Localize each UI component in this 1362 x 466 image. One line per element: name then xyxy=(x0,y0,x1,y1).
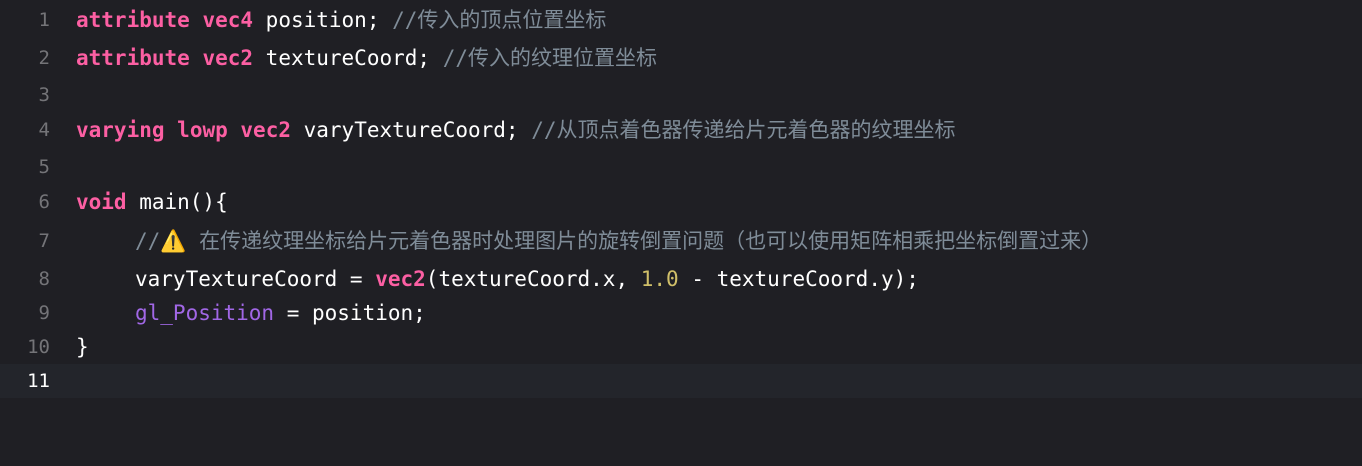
code-line-1[interactable]: 1 attribute vec4 position; //传入的顶点位置坐标 xyxy=(0,3,1362,37)
identifier-token: varyTextureCoord = xyxy=(135,267,376,291)
code-line-10[interactable]: 10 } xyxy=(0,330,1362,364)
comment-token: //传入的顶点位置坐标 xyxy=(392,8,607,32)
brace-token: } xyxy=(76,335,89,359)
identifier-token: = position; xyxy=(274,301,426,325)
builtin-token: gl_Position xyxy=(135,301,275,325)
line-number: 7 xyxy=(38,230,50,252)
code-content[interactable]: varyTextureCoord = vec2(textureCoord.x, … xyxy=(76,262,919,296)
code-line-6[interactable]: 6 void main(){ xyxy=(0,185,1362,219)
code-content[interactable]: attribute vec2 textureCoord; //传入的纹理位置坐标 xyxy=(76,41,657,75)
line-number: 11 xyxy=(27,370,50,392)
identifier-token: varyTextureCoord; xyxy=(290,118,532,142)
keyword-token: vec2 xyxy=(202,46,254,70)
code-content[interactable]: } xyxy=(76,330,89,364)
line-number: 3 xyxy=(38,84,50,106)
line-number: 9 xyxy=(38,302,50,324)
code-line-4[interactable]: 4 varying lowp vec2 varyTextureCoord; //… xyxy=(0,113,1362,147)
code-line-2[interactable]: 2 attribute vec2 textureCoord; //传入的纹理位置… xyxy=(0,41,1362,75)
line-number: 4 xyxy=(38,119,50,141)
code-editor[interactable]: 1 attribute vec4 position; //传入的顶点位置坐标 2… xyxy=(0,0,1362,420)
keyword-token: vec2 xyxy=(375,267,426,291)
code-line-5[interactable]: 5 xyxy=(0,150,1362,184)
line-number: 2 xyxy=(38,47,50,69)
keyword-token: attribute xyxy=(76,46,190,70)
line-number: 6 xyxy=(38,191,50,213)
line-number: 10 xyxy=(27,336,50,358)
code-line-9[interactable]: 9 gl_Position = position; xyxy=(0,296,1362,330)
comment-token: //从顶点着色器传递给片元着色器的纹理坐标 xyxy=(531,118,956,142)
keyword-token: void xyxy=(76,190,127,214)
code-content[interactable]: void main(){ xyxy=(76,185,228,219)
line-number: 5 xyxy=(38,156,50,178)
code-line-11-current[interactable]: 11 xyxy=(0,364,1362,398)
identifier-token: textureCoord; xyxy=(253,46,443,70)
code-content[interactable]: //⚠️ 在传递纹理坐标给片元着色器时处理图片的旋转倒置问题（也可以使用矩阵相乘… xyxy=(76,224,1102,258)
code-content[interactable]: attribute vec4 position; //传入的顶点位置坐标 xyxy=(76,3,606,37)
code-line-8[interactable]: 8 varyTextureCoord = vec2(textureCoord.x… xyxy=(0,262,1362,296)
identifier-token: position; xyxy=(253,8,393,32)
keyword-token: lowp xyxy=(177,118,228,142)
line-number: 1 xyxy=(38,9,50,31)
identifier-token: main(){ xyxy=(126,190,228,214)
identifier-token: - textureCoord.y); xyxy=(678,267,919,291)
warning-icon: ⚠️ xyxy=(160,229,187,253)
keyword-token: vec2 xyxy=(240,118,291,142)
comment-token: //传入的纹理位置坐标 xyxy=(442,46,657,70)
comment-token: 在传递纹理坐标给片元着色器时处理图片的旋转倒置问题（也可以使用矩阵相乘把坐标倒置… xyxy=(186,229,1103,253)
number-token: 1.0 xyxy=(640,267,679,291)
keyword-token: attribute xyxy=(76,8,190,32)
identifier-token: (textureCoord.x, xyxy=(425,267,641,291)
code-line-3[interactable]: 3 xyxy=(0,78,1362,112)
code-line-7[interactable]: 7 //⚠️ 在传递纹理坐标给片元着色器时处理图片的旋转倒置问题（也可以使用矩阵… xyxy=(0,224,1362,258)
line-number: 8 xyxy=(38,268,50,290)
comment-token: // xyxy=(135,229,161,253)
keyword-token: vec4 xyxy=(202,8,254,32)
code-content[interactable]: varying lowp vec2 varyTextureCoord; //从顶… xyxy=(76,113,956,147)
code-content[interactable]: gl_Position = position; xyxy=(76,296,426,330)
keyword-token: varying xyxy=(76,118,165,142)
